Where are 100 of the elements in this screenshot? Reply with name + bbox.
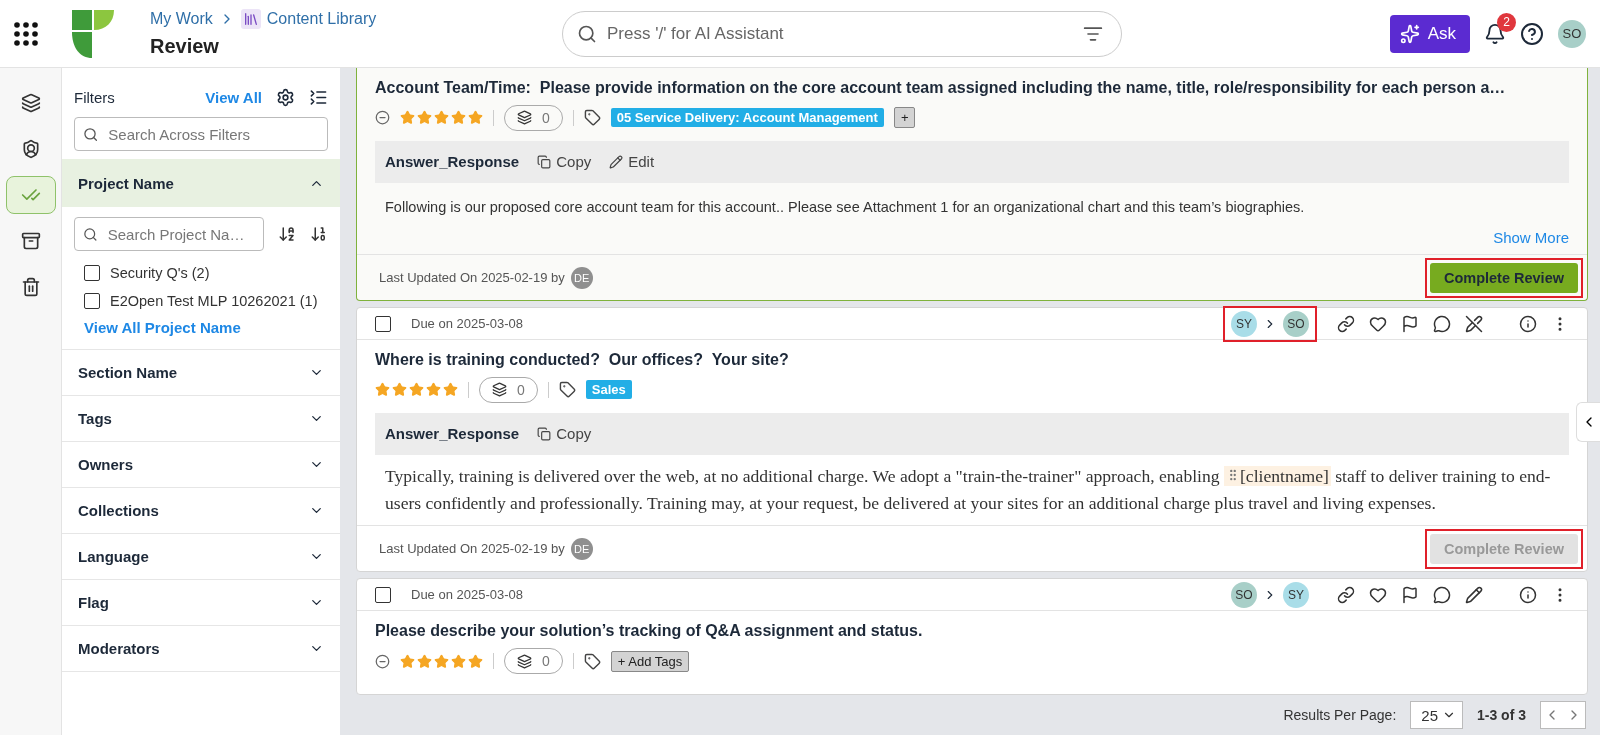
search-icon — [83, 125, 99, 143]
pen-off-icon[interactable] — [1465, 314, 1483, 333]
collapse-panel-icon[interactable] — [309, 88, 328, 107]
last-updated-text: Last Updated On 2025-02-19 by — [379, 270, 565, 286]
tag-icon — [583, 652, 601, 670]
due-date: Due on 2025-03-08 — [411, 316, 525, 332]
layers-icon — [492, 382, 507, 398]
add-tag-button[interactable]: + — [893, 107, 916, 129]
search-icon — [83, 225, 98, 243]
search-box[interactable]: Search Across Filters — [74, 117, 328, 151]
app-grid-icon[interactable] — [14, 21, 38, 46]
show-more-link[interactable]: Show More — [1493, 229, 1569, 247]
checkbox[interactable] — [375, 315, 391, 332]
page-title: Review — [150, 35, 220, 58]
complete-review-button[interactable]: Complete Review — [1429, 262, 1578, 293]
answer-label: Answer_Response — [385, 425, 520, 443]
star-icon — [434, 110, 449, 126]
star-icon — [417, 110, 432, 126]
add-tag-button[interactable]: + Add Tags — [610, 650, 690, 672]
edit-icon — [609, 154, 624, 169]
last-updated-text: Last Updated On 2025-02-19 by — [379, 541, 565, 557]
sort-number-icon[interactable] — [310, 225, 328, 243]
copy-button[interactable]: Copy — [537, 153, 592, 171]
star-icon — [375, 382, 390, 398]
user-avatar: SO — [1231, 581, 1257, 608]
star-rating[interactable] — [400, 110, 483, 126]
checkbox[interactable] — [84, 265, 100, 281]
sort-alpha-icon[interactable] — [278, 225, 296, 243]
layers-icon — [517, 653, 532, 669]
edit-icon[interactable] — [1465, 585, 1483, 604]
ask-button[interactable]: Ask — [1389, 14, 1470, 53]
layers-icon — [517, 110, 532, 126]
star-icon — [400, 110, 415, 126]
star-icon — [468, 653, 483, 669]
copy-icon — [537, 426, 552, 441]
user-avatar: DE — [570, 537, 593, 560]
user-avatar: DE — [570, 266, 593, 289]
page-range: 1-3 of 3 — [1477, 707, 1526, 723]
per-page-select[interactable]: 25 — [1410, 701, 1463, 729]
placeholder-token[interactable]: [clientname] — [1223, 465, 1331, 486]
comment-icon[interactable] — [1433, 585, 1451, 604]
star-rating[interactable] — [375, 382, 458, 398]
option-label: E2Open Test MLP 10262021 (1) — [110, 293, 318, 309]
star-icon — [451, 110, 466, 126]
edit-button[interactable]: Edit — [609, 153, 655, 171]
info-icon[interactable] — [1519, 585, 1537, 604]
view-all-link[interactable]: View All — [205, 89, 262, 106]
heart-icon[interactable] — [1369, 314, 1387, 333]
copy-icon — [537, 154, 552, 169]
minus-circle-icon[interactable] — [375, 110, 390, 126]
comment-icon[interactable] — [1433, 314, 1451, 333]
star-icon — [443, 382, 458, 398]
answer-text: Typically, training is delivered over the web, at no additional charge. We adopt a "train-the-trainer" approach, enabling [clientname] staff to deliver training to end-users confidently and professionally. Training may, at your request, be delivered at your sites for an additional charge plus travel and living expenses. — [384, 464, 1552, 516]
minus-circle-icon[interactable] — [375, 653, 390, 669]
link-icon[interactable] — [1337, 585, 1355, 604]
results-per-page-label: Results Per Page: — [1283, 707, 1397, 723]
link-icon[interactable] — [1337, 314, 1355, 333]
question-title: Please describe your solution’s tracking of Q&A assignment and status. — [375, 621, 924, 642]
star-icon — [417, 653, 432, 669]
breadcrumb-link[interactable]: Content Library — [266, 10, 377, 28]
trash-icon — [20, 277, 41, 297]
flag-icon[interactable] — [1401, 314, 1419, 333]
star-icon — [426, 382, 441, 398]
checkbox[interactable] — [84, 293, 100, 309]
question-title: Account Team/Time: Please provide information on the core account team assigned including the name, title, role/responsibility for each person a… — [375, 78, 1507, 98]
due-date: Due on 2025-03-08 — [411, 587, 525, 603]
search-icon — [577, 23, 597, 44]
question-title: Where is training conducted? Our offices? Your site? — [375, 350, 790, 371]
info-icon[interactable] — [1519, 314, 1537, 333]
flag-icon[interactable] — [1401, 585, 1419, 604]
user-avatar: SO — [1283, 310, 1309, 337]
answer-label: Answer_Response — [385, 153, 520, 171]
star-rating[interactable] — [400, 653, 483, 669]
logo-icon — [72, 9, 114, 58]
user-avatar: SY — [1283, 581, 1309, 608]
user-avatar: SY — [1231, 310, 1257, 337]
tag-icon — [558, 381, 576, 399]
help-icon[interactable] — [1520, 21, 1544, 46]
settings-icon[interactable] — [276, 88, 295, 107]
cabinet-icon — [20, 231, 41, 251]
collections-count: 0 — [542, 109, 550, 126]
heart-icon[interactable] — [1369, 585, 1387, 604]
user-avatar[interactable]: SO — [1558, 19, 1586, 48]
tag-chip: Sales — [585, 380, 632, 400]
tag-chip: 05 Service Delivery: Account Management — [610, 108, 884, 128]
notification-icon[interactable] — [1484, 22, 1506, 45]
copy-button[interactable]: Copy — [537, 425, 592, 443]
collections-count: 0 — [542, 653, 550, 670]
breadcrumb-link[interactable]: My Work — [150, 10, 213, 28]
expand-panel-button[interactable] — [1576, 402, 1600, 442]
star-icon — [434, 653, 449, 669]
filters-title: Filters — [74, 89, 116, 106]
view-all-link[interactable]: View All Project Name — [84, 319, 241, 336]
checkbox[interactable] — [375, 586, 391, 603]
collections-count: 0 — [517, 381, 525, 398]
layers-icon — [20, 93, 41, 113]
library-icon — [240, 9, 261, 29]
filter-section-header[interactable]: Project Name — [62, 159, 340, 207]
answer-text: Following is our proposed core account team for this account.. Please see Attachment 1 for an organizational chart and this team’s biographies. — [384, 197, 1306, 217]
search-box[interactable]: Search Project Na… — [74, 217, 264, 251]
